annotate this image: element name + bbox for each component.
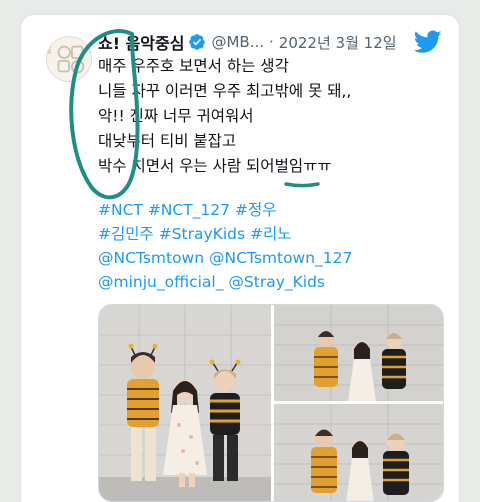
hashtag-link[interactable]: #김민주 bbox=[98, 225, 154, 243]
hashtag-link[interactable]: #정우 bbox=[235, 201, 277, 219]
tweet-line: 박수 치면서 우는 사람 되어벌임ㅠㅠ bbox=[98, 157, 332, 175]
mention-link[interactable]: @minju_official_ bbox=[98, 273, 223, 291]
photo-image bbox=[274, 404, 443, 501]
tweet-line: 니들 자꾸 이러면 우주 최고밖에 못 돼,, bbox=[98, 82, 352, 100]
media-photo-1[interactable] bbox=[99, 305, 271, 501]
show-music-core-logo: SHOW bbox=[47, 37, 91, 81]
verified-badge-icon bbox=[189, 34, 206, 50]
hashtag-link[interactable]: #StrayKids bbox=[159, 225, 245, 243]
tweet-line: 매주 우주호 보면서 하는 생각 bbox=[98, 57, 289, 75]
display-name[interactable]: 쇼! 음악중심 bbox=[98, 30, 184, 54]
mention-link[interactable]: @NCTsmtown_127 bbox=[209, 249, 352, 267]
avatar[interactable]: SHOW bbox=[46, 36, 92, 82]
tweet-line: 악!! 진짜 너무 귀여워서 bbox=[98, 107, 254, 125]
media-grid[interactable] bbox=[98, 304, 444, 502]
twitter-bird-icon[interactable] bbox=[414, 30, 442, 54]
mention-link[interactable]: @Stray_Kids bbox=[228, 273, 325, 291]
hashtags-mentions: #NCT #NCT_127 #정우 #김민주 #StrayKids #리노 @N… bbox=[98, 198, 352, 294]
photo-image bbox=[99, 305, 271, 501]
media-photo-3[interactable] bbox=[274, 404, 443, 501]
mention-link[interactable]: @NCTsmtown bbox=[98, 249, 204, 267]
tweet-date[interactable]: 2022년 3월 12일 bbox=[279, 32, 397, 53]
handle[interactable]: @MB... bbox=[211, 33, 264, 51]
hashtag-link[interactable]: #리노 bbox=[250, 225, 292, 243]
hashtag-link[interactable]: #NCT bbox=[98, 201, 143, 219]
hashtag-link[interactable]: #NCT_127 bbox=[148, 201, 230, 219]
tweet-body: 매주 우주호 보면서 하는 생각 니들 자꾸 이러면 우주 최고밖에 못 돼,,… bbox=[98, 54, 351, 179]
media-photo-2[interactable] bbox=[274, 305, 443, 401]
photo-image bbox=[274, 305, 443, 401]
separator-dot: · bbox=[269, 33, 274, 51]
tweet-line: 대낮부터 티비 붙잡고 bbox=[98, 132, 237, 150]
